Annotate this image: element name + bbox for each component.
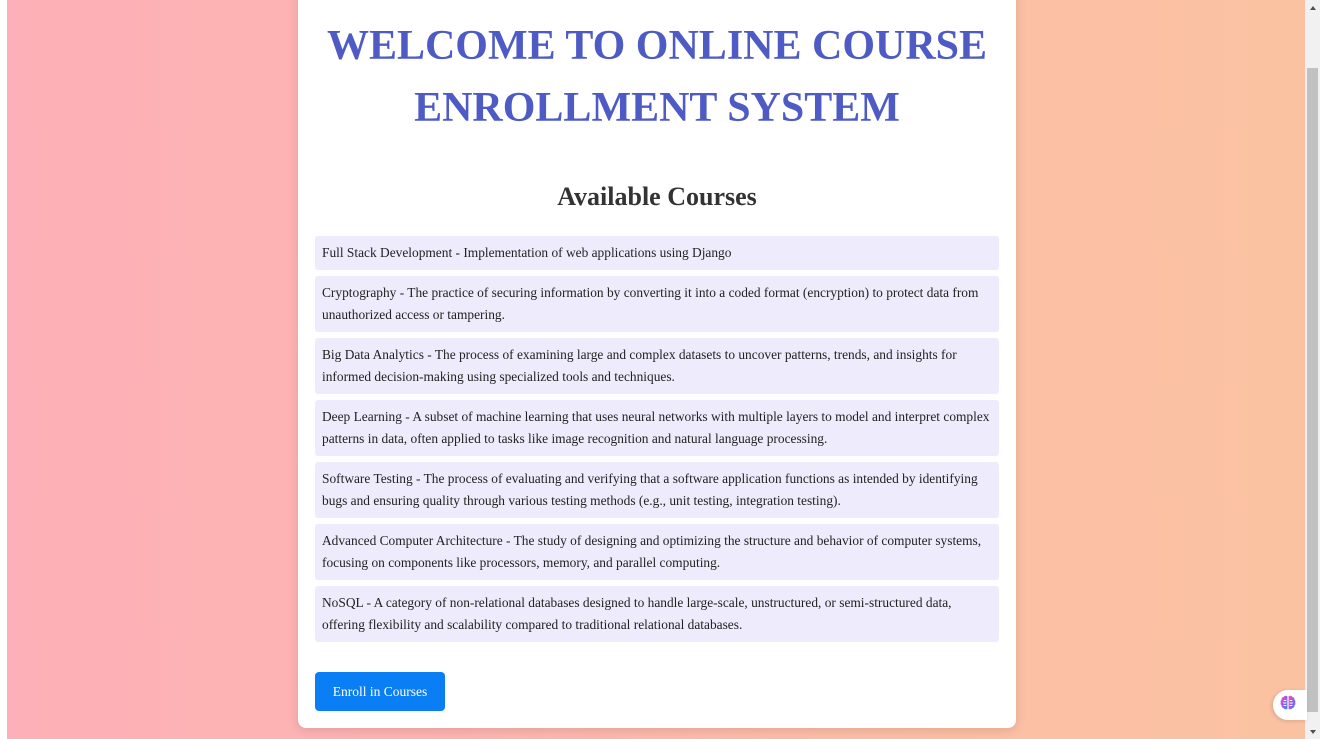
vertical-scrollbar[interactable]	[1305, 0, 1320, 739]
course-item: Big Data Analytics - The process of exam…	[315, 338, 999, 394]
course-item: Software Testing - The process of evalua…	[315, 462, 999, 518]
scroll-down-arrow-icon[interactable]	[1305, 724, 1320, 739]
page-viewport: WELCOME TO ONLINE COURSE ENROLLMENT SYST…	[0, 0, 1305, 739]
course-item: Full Stack Development - Implementation …	[315, 236, 999, 270]
course-item: NoSQL - A category of non-relational dat…	[315, 586, 999, 642]
enroll-button[interactable]: Enroll in Courses	[315, 672, 445, 711]
page-title: WELCOME TO ONLINE COURSE ENROLLMENT SYST…	[326, 23, 988, 131]
scroll-up-arrow-icon[interactable]	[1305, 0, 1320, 15]
assistant-button[interactable]	[1273, 690, 1307, 720]
course-item: Deep Learning - A subset of machine lear…	[315, 400, 999, 456]
course-item: Cryptography - The practice of securing …	[315, 276, 999, 332]
course-list: Full Stack Development - Implementation …	[315, 236, 999, 648]
courses-heading: Available Courses	[557, 182, 757, 211]
scrollbar-thumb[interactable]	[1307, 68, 1318, 712]
course-item: Advanced Computer Architecture - The stu…	[315, 524, 999, 580]
main-card: WELCOME TO ONLINE COURSE ENROLLMENT SYST…	[298, 0, 1016, 728]
brain-icon	[1279, 694, 1297, 717]
